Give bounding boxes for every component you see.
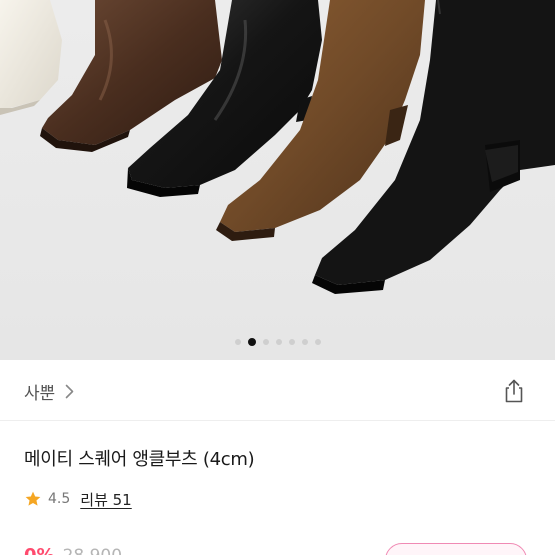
product-image-carousel[interactable]: [0, 0, 555, 360]
carousel-indicator: [0, 337, 555, 347]
product-photo: [0, 0, 555, 360]
carousel-dot[interactable]: [301, 339, 308, 345]
carousel-dot[interactable]: [288, 339, 295, 345]
store-name: 사뿐: [24, 384, 55, 404]
product-detail-screen: 사뿐 메이티 스퀘어 앵클부츠 (4cm) 4.5 리뷰 51: [0, 0, 555, 555]
chevron-right-icon: [65, 384, 74, 399]
carousel-dot[interactable]: [234, 339, 241, 345]
original-price: 28,900: [63, 546, 122, 555]
store-link[interactable]: 사뿐: [24, 379, 74, 404]
share-icon: [501, 378, 527, 404]
store-row: 사뿐: [0, 360, 555, 420]
section-divider: [0, 420, 555, 421]
rating-value: 4.5: [48, 491, 71, 507]
carousel-dot[interactable]: [275, 339, 282, 345]
carousel-dot-active[interactable]: [247, 338, 256, 346]
share-button[interactable]: [501, 378, 527, 404]
coupon-button[interactable]: [385, 543, 527, 555]
star-icon: [24, 490, 42, 508]
product-title: 메이티 스퀘어 앵클부츠 (4cm): [24, 449, 255, 470]
rating-row: 4.5 리뷰 51: [24, 488, 132, 510]
reviews-link[interactable]: 리뷰 51: [80, 489, 131, 510]
carousel-dot[interactable]: [314, 339, 321, 345]
price-row: 0% 28,900: [24, 545, 122, 555]
discount-rate: 0%: [24, 545, 55, 555]
carousel-dot[interactable]: [262, 339, 269, 345]
